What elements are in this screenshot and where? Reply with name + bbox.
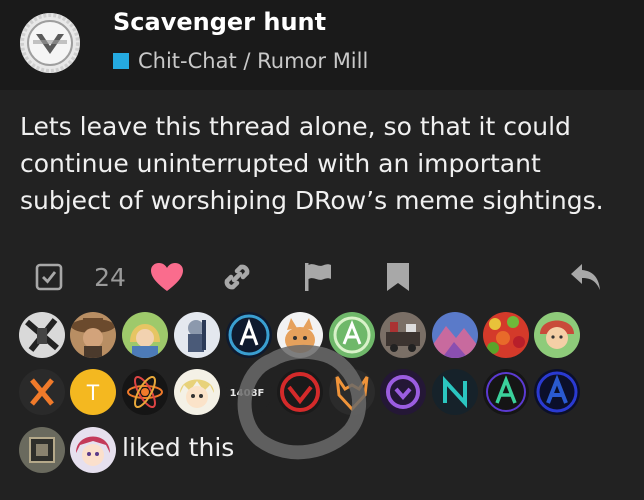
- avatar-letter-t[interactable]: T: [70, 369, 116, 415]
- avatar[interactable]: [19, 369, 65, 415]
- avatar[interactable]: [19, 312, 65, 358]
- avatar[interactable]: [277, 312, 323, 358]
- avatar[interactable]: [534, 369, 580, 415]
- category-color-badge: [113, 53, 129, 69]
- avatar-badge-text: 1408F: [230, 388, 265, 399]
- avatar[interactable]: [380, 312, 426, 358]
- avatar[interactable]: [329, 369, 375, 415]
- avatar[interactable]: [70, 427, 116, 473]
- heart-icon: [151, 263, 183, 291]
- topic-title[interactable]: Scavenger hunt: [113, 8, 326, 36]
- avatar-letter: T: [86, 380, 99, 405]
- solution-button[interactable]: [34, 255, 64, 299]
- reply-button[interactable]: [566, 255, 606, 299]
- avatar[interactable]: [329, 312, 375, 358]
- avatar[interactable]: [174, 312, 220, 358]
- category-breadcrumb[interactable]: Chit-Chat / Rumor Mill: [113, 49, 368, 73]
- site-logo[interactable]: [19, 12, 81, 74]
- avatar[interactable]: [122, 312, 168, 358]
- reply-icon: [571, 264, 600, 290]
- avatar[interactable]: [277, 369, 323, 415]
- avatar[interactable]: [534, 312, 580, 358]
- post-body: Lets leave this thread alone, so that it…: [20, 112, 604, 215]
- avatar[interactable]: [432, 312, 478, 358]
- like-count: 24: [94, 262, 126, 292]
- link-icon: [224, 264, 250, 290]
- bookmark-icon: [387, 263, 409, 291]
- avatar[interactable]: [483, 369, 529, 415]
- share-link-button[interactable]: [218, 255, 256, 299]
- topic-header: Scavenger hunt Chit-Chat / Rumor Mill: [0, 0, 644, 90]
- bookmark-button[interactable]: [380, 255, 416, 299]
- avatar[interactable]: [122, 369, 168, 415]
- like-button[interactable]: [148, 255, 186, 299]
- avatar[interactable]: [380, 369, 426, 415]
- avatar[interactable]: [174, 369, 220, 415]
- flag-button[interactable]: [300, 255, 336, 299]
- checkbox-icon: [35, 263, 63, 291]
- avatar[interactable]: [226, 312, 272, 358]
- post-actions: 24: [0, 255, 644, 299]
- avatar[interactable]: [432, 369, 478, 415]
- avatar-1408f[interactable]: 1408F: [226, 369, 272, 415]
- like-count-button[interactable]: 24: [90, 255, 130, 299]
- avatar[interactable]: [70, 312, 116, 358]
- liked-this-label: liked this: [122, 433, 235, 462]
- avatar[interactable]: [19, 427, 65, 473]
- flag-icon: [305, 263, 331, 291]
- avatar[interactable]: [483, 312, 529, 358]
- category-name[interactable]: Chit-Chat / Rumor Mill: [138, 49, 368, 73]
